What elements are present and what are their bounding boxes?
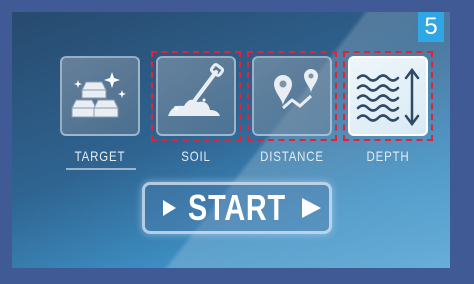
target-label: TARGET bbox=[74, 148, 126, 164]
distance-highlight bbox=[247, 51, 337, 141]
device-frame: 5 TARGET SOIL DISTANCE DEPTH START bbox=[0, 0, 474, 284]
depth-label: DEPTH bbox=[366, 148, 410, 164]
start-button[interactable]: START bbox=[142, 182, 332, 234]
detector-screen: 5 TARGET SOIL DISTANCE DEPTH START bbox=[12, 12, 450, 268]
gold-bars-icon bbox=[71, 72, 126, 118]
soil-label: SOIL bbox=[181, 148, 211, 164]
target-button[interactable] bbox=[60, 56, 140, 136]
soil-highlight bbox=[151, 51, 241, 141]
depth-highlight bbox=[343, 51, 433, 141]
step-number-badge: 5 bbox=[418, 12, 444, 42]
play-arrow-right-icon bbox=[302, 198, 321, 218]
target-underline bbox=[66, 168, 136, 170]
start-label: START bbox=[188, 187, 286, 228]
distance-label: DISTANCE bbox=[260, 148, 324, 164]
